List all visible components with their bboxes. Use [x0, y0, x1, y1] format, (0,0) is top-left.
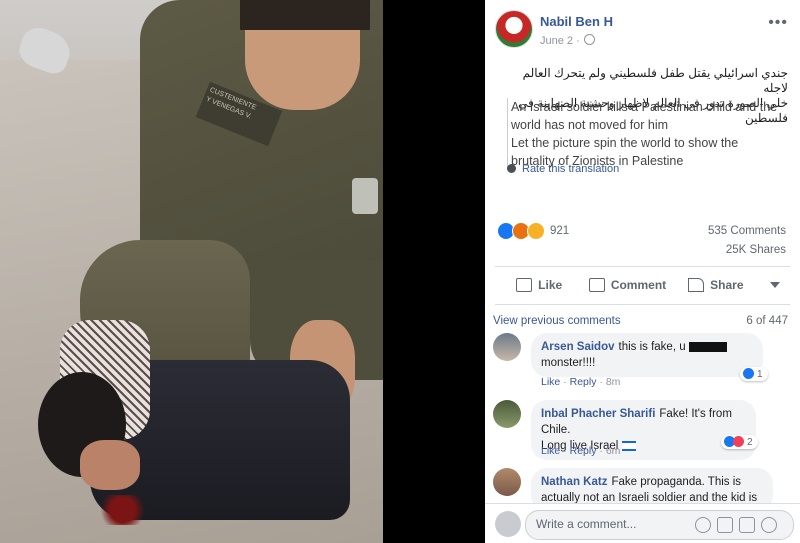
comment-like-link[interactable]: Like [541, 376, 560, 388]
comment-reaction-count: 2 [747, 437, 753, 448]
comment-time[interactable]: 8m [606, 376, 621, 388]
divider [495, 304, 790, 305]
globe-icon [583, 34, 595, 45]
share-icon [688, 278, 705, 292]
police-badge [352, 178, 378, 214]
sticker-icon[interactable] [761, 517, 777, 533]
author-avatar[interactable] [495, 10, 533, 48]
comment-reactions[interactable]: 2 [721, 435, 758, 449]
comment-author[interactable]: Arsen Saidov [541, 341, 615, 353]
child-face [80, 440, 140, 490]
comment-like-link[interactable]: Like [541, 445, 560, 457]
thumbs-up-icon [516, 278, 533, 292]
like-label: Like [538, 278, 563, 292]
comment-text: Fake propaganda. This is [611, 476, 742, 488]
comment-icon [588, 278, 605, 292]
post-header: Nabil Ben H June 2 · ••• [495, 10, 790, 50]
like-button[interactable]: Like [495, 272, 583, 298]
post-stats: 535 Comments 25K Shares [708, 222, 786, 260]
comment-item: Nathan Katz Fake propaganda. This is actu… [493, 468, 792, 512]
commenter-avatar[interactable] [493, 468, 521, 496]
current-user-avatar [495, 511, 521, 537]
comment-button[interactable]: Comment [583, 272, 671, 298]
comment-text-cont: monster!!!! [541, 357, 596, 369]
comment-time[interactable]: 6m [606, 445, 621, 457]
rate-translation-link[interactable]: Rate this translation [507, 163, 619, 175]
comment-reply-link[interactable]: Reply [570, 376, 597, 388]
love-reaction-icon [733, 436, 744, 447]
camera-icon[interactable] [717, 517, 733, 533]
post-translation: An Israeli soldier kills a Palestinian c… [507, 98, 780, 170]
post-date-text[interactable]: June 2 [540, 35, 573, 47]
israel-flag-icon [621, 440, 636, 451]
comment-reply-link[interactable]: Reply [570, 445, 597, 457]
translation-line-1: An Israeli soldier kills a Palestinian c… [511, 100, 778, 132]
comment-input-placeholder: Write a comment... [536, 517, 637, 531]
commenter-avatar[interactable] [493, 333, 521, 361]
author-name[interactable]: Nabil Ben H [540, 14, 613, 29]
comment-reactions[interactable]: 1 [740, 367, 768, 381]
comment-input[interactable]: Write a comment... [525, 510, 794, 540]
divider [495, 266, 790, 267]
gear-icon [507, 164, 516, 173]
post-actions: Like Comment Share [495, 272, 790, 298]
comment-author[interactable]: Inbal Phacher Sharifi [541, 408, 655, 420]
comment-text: this is fake, u [618, 341, 686, 353]
post-date[interactable]: June 2 · [540, 34, 595, 47]
post-photo[interactable]: CUSTENIENTE Y VENEGAS V. [0, 0, 383, 543]
comment-bubble: Arsen Saidov this is fake, u monster!!!! [531, 333, 763, 377]
comments-count[interactable]: 535 Comments [708, 222, 786, 241]
like-reaction-icon [743, 368, 754, 379]
more-options-icon[interactable]: ••• [768, 14, 788, 32]
write-comment-bar: Write a comment... [485, 503, 800, 543]
comment-meta: Like · Reply · 8m [541, 376, 621, 388]
redacted-block [688, 341, 727, 352]
blood-spot [95, 495, 150, 525]
rate-translation-label[interactable]: Rate this translation [522, 163, 619, 175]
reaction-count[interactable]: 921 [550, 225, 569, 237]
comments-pagination: 6 of 447 [746, 315, 788, 327]
comment-meta: Like · Reply · 6m [541, 445, 621, 457]
sad-reaction-icon [527, 222, 545, 240]
comment-item: Arsen Saidov this is fake, u monster!!!! … [493, 333, 792, 393]
comment-label: Comment [610, 278, 667, 292]
commenter-avatar[interactable] [493, 400, 521, 428]
share-button[interactable]: Share [672, 272, 760, 298]
gif-icon[interactable] [739, 517, 755, 533]
view-previous-comments-link[interactable]: View previous comments [493, 315, 621, 327]
share-label: Share [710, 278, 744, 292]
shares-count[interactable]: 25K Shares [708, 241, 786, 260]
comment-reaction-count: 1 [757, 369, 763, 380]
comment-item: Inbal Phacher Sharifi Fake! It's from Chi… [493, 400, 792, 460]
audience-dropdown[interactable] [760, 272, 790, 298]
reactions-summary[interactable]: 921 [497, 222, 569, 240]
comment-author[interactable]: Nathan Katz [541, 476, 607, 488]
emoji-icon[interactable] [695, 517, 711, 533]
soldier-hair [240, 0, 370, 30]
arabic-line-1: جندي اسرائيلي يقتل طفل فلسطيني ولم يتحرك… [522, 66, 788, 95]
chevron-down-icon [769, 282, 780, 288]
post-panel: Nabil Ben H June 2 · ••• جندي اسرائيلي ي… [485, 0, 800, 543]
